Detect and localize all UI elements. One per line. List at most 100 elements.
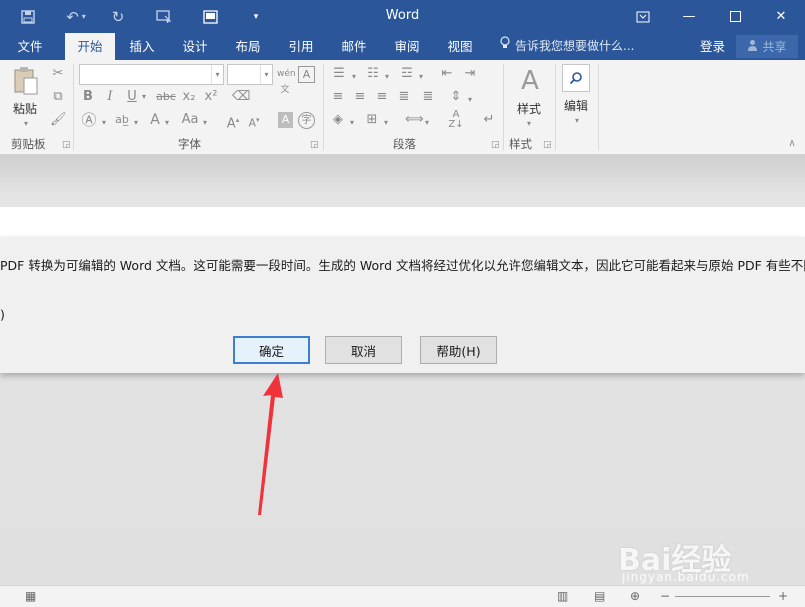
editing-button-label[interactable]: 编辑 — [564, 97, 588, 114]
paragraph-launcher-icon[interactable]: ◲ — [491, 140, 500, 150]
char-shading-icon[interactable]: A — [278, 112, 293, 128]
styles-icon[interactable]: A — [512, 64, 548, 98]
char-border-icon[interactable]: A — [298, 66, 315, 83]
tab-view[interactable]: 视图 — [436, 33, 484, 60]
ribbon-display-icon[interactable] — [620, 0, 666, 33]
chevron-down-icon[interactable]: ▾ — [201, 115, 209, 131]
grow-font-icon[interactable]: A▴ — [225, 112, 241, 132]
chevron-down-icon[interactable]: ▾ — [348, 115, 356, 131]
chevron-down-icon[interactable]: ▾ — [573, 113, 581, 129]
styles-button-label[interactable]: 样式 — [517, 100, 541, 117]
enclose-char-icon[interactable]: 字 — [298, 112, 315, 129]
sort-icon[interactable]: A Z↓ — [448, 110, 464, 130]
read-mode-icon[interactable]: ▥ — [557, 589, 568, 603]
align-right-icon[interactable]: ≡ — [374, 89, 390, 105]
tab-review[interactable]: 审阅 — [383, 33, 431, 60]
tab-layout[interactable]: 布局 — [224, 33, 272, 60]
styles-launcher-icon[interactable]: ◲ — [543, 140, 552, 150]
copy-icon[interactable]: ⧉ — [50, 89, 66, 105]
borders-icon[interactable]: ⊞ — [364, 112, 380, 128]
tell-me-text: 告诉我您想要做什么... — [515, 39, 635, 53]
paste-label[interactable]: 粘贴 — [13, 100, 37, 117]
tab-insert[interactable]: 插入 — [118, 33, 166, 60]
tab-file[interactable]: 文件 — [5, 33, 55, 60]
group-divider — [503, 64, 504, 150]
clipboard-launcher-icon[interactable]: ◲ — [62, 140, 71, 150]
shrink-font-icon[interactable]: A▾ — [246, 112, 262, 132]
distributed-icon[interactable]: ≣ — [420, 89, 436, 105]
format-painter-icon[interactable]: 🖌 — [50, 112, 67, 128]
collapse-ribbon-icon[interactable]: ∧ — [785, 136, 799, 152]
print-layout-icon[interactable]: ▤ — [594, 589, 605, 603]
line-spacing-icon[interactable]: ⇕ — [448, 89, 464, 105]
chevron-down-icon[interactable]: ▾ — [100, 115, 108, 131]
ok-button[interactable]: 确定 — [233, 336, 310, 364]
chevron-down-icon[interactable]: ▾ — [350, 69, 358, 85]
align-left-icon[interactable]: ≡ — [330, 89, 346, 105]
multilevel-list-icon[interactable]: ☲ — [398, 66, 416, 82]
group-divider — [323, 64, 324, 150]
chinese-layout-icon[interactable]: ⟺ — [405, 112, 424, 128]
zoom-in-icon[interactable]: + — [778, 589, 788, 603]
share-button[interactable]: 共享 — [736, 35, 798, 58]
font-name-combo[interactable]: ▾ — [79, 64, 224, 85]
group-divider — [555, 64, 556, 150]
chevron-down-icon[interactable]: ▾ — [132, 115, 140, 131]
justify-icon[interactable]: ≣ — [396, 89, 412, 105]
underline-icon[interactable]: U — [126, 89, 138, 105]
layout-icon[interactable] — [198, 0, 222, 33]
font-size-combo[interactable]: ▾ — [227, 64, 273, 85]
tell-me-search[interactable]: 告诉我您想要做什么... — [500, 33, 634, 60]
proofing-icon[interactable]: ▦ — [25, 589, 36, 603]
increase-indent-icon[interactable]: ⇥ — [461, 66, 479, 82]
tab-references[interactable]: 引用 — [277, 33, 325, 60]
chevron-down-icon[interactable]: ▾ — [525, 116, 533, 132]
chevron-down-icon[interactable]: ▾ — [382, 115, 390, 131]
font-color-icon[interactable]: A — [148, 112, 162, 128]
align-center-icon[interactable]: ≡ — [352, 89, 368, 105]
find-icon[interactable] — [562, 64, 590, 92]
text-effects-icon[interactable]: Ⓐ — [80, 112, 98, 128]
italic-icon[interactable]: I — [104, 89, 116, 105]
save-icon[interactable] — [14, 0, 42, 33]
chevron-down-icon[interactable]: ▾ — [163, 115, 171, 131]
cancel-button[interactable]: 取消 — [325, 336, 402, 364]
zoom-slider[interactable] — [675, 596, 770, 597]
chevron-down-icon[interactable]: ▾ — [423, 115, 431, 131]
maximize-icon[interactable] — [712, 0, 758, 33]
highlight-icon[interactable]: ab̲ — [112, 112, 132, 128]
login-link[interactable]: 登录 — [700, 33, 725, 60]
chevron-down-icon[interactable]: ▾ — [466, 92, 474, 108]
undo-icon[interactable]: ↶ ▾ — [58, 0, 94, 33]
paste-dropdown-icon[interactable]: ▾ — [24, 116, 28, 132]
superscript-icon[interactable]: x² — [203, 89, 219, 105]
tab-design[interactable]: 设计 — [171, 33, 219, 60]
bullets-icon[interactable]: ☰ — [330, 66, 348, 82]
bold-icon[interactable]: B — [82, 89, 94, 105]
show-marks-icon[interactable]: ↵ — [482, 112, 496, 128]
font-launcher-icon[interactable]: ◲ — [310, 140, 319, 150]
shading-icon[interactable]: ◈ — [330, 112, 346, 128]
minimize-icon[interactable]: — — [666, 0, 712, 33]
cut-icon[interactable]: ✂ — [50, 66, 66, 82]
redo-icon[interactable]: ↻ — [106, 0, 130, 33]
zoom-out-icon[interactable]: − — [660, 589, 670, 603]
tab-home[interactable]: 开始 — [65, 33, 115, 60]
strikethrough-icon[interactable]: abc — [155, 89, 177, 105]
close-icon[interactable]: ✕ — [758, 0, 804, 33]
clear-format-icon[interactable]: ⌫ — [232, 89, 250, 105]
tab-mailings[interactable]: 邮件 — [330, 33, 378, 60]
web-layout-icon[interactable]: ⊕ — [630, 589, 640, 603]
numbering-icon[interactable]: ☷ — [364, 66, 382, 82]
customize-icon[interactable]: ▾ — [248, 0, 264, 33]
subscript-icon[interactable]: x₂ — [181, 89, 197, 105]
phonetic-guide-icon[interactable]: wén 文 — [277, 66, 296, 98]
touch-mode-icon[interactable] — [150, 0, 178, 33]
decrease-indent-icon[interactable]: ⇤ — [438, 66, 456, 82]
underline-dropdown-icon[interactable]: ▾ — [140, 89, 148, 105]
chevron-down-icon[interactable]: ▾ — [383, 69, 391, 85]
help-button[interactable]: 帮助(H) — [420, 336, 497, 364]
change-case-icon[interactable]: Aa — [180, 112, 200, 128]
paste-icon[interactable] — [12, 66, 40, 96]
chevron-down-icon[interactable]: ▾ — [417, 69, 425, 85]
